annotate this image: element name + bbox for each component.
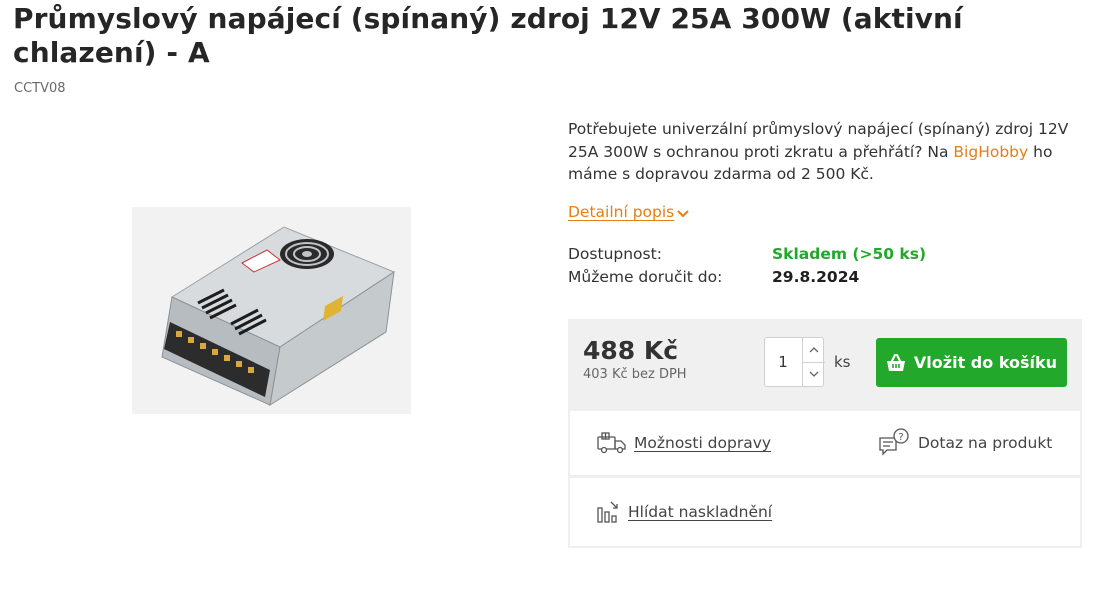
buy-panel: 488 Kč 403 Kč bez DPH ks Vložit do košík… <box>568 319 1082 409</box>
shipping-options-link[interactable]: Možnosti dopravy <box>596 431 771 455</box>
stock-chart-icon <box>597 501 618 523</box>
delivery-label: Můžeme doručit do: <box>568 268 723 286</box>
power-supply-illustration <box>132 207 411 414</box>
availability-value: Skladem (>50 ks) <box>772 245 927 263</box>
quantity-unit: ks <box>834 353 851 371</box>
detail-link-label: Detailní popis <box>568 203 675 221</box>
availability-label: Dostupnost: <box>568 245 662 263</box>
detail-description-link[interactable]: Detailní popis <box>568 203 689 222</box>
product-image[interactable] <box>132 207 411 414</box>
quantity-stepper <box>764 337 825 387</box>
chevron-up-icon <box>809 347 819 353</box>
price-without-vat: 403 Kč bez DPH <box>583 367 687 382</box>
add-to-cart-label: Vložit do košíku <box>913 353 1058 372</box>
product-code: CCTV08 <box>14 81 66 96</box>
shipping-options-label: Možnosti dopravy <box>634 434 772 452</box>
product-description: Potřebujete univerzální průmyslový napáj… <box>568 118 1088 186</box>
quantity-increase-button[interactable] <box>802 338 825 363</box>
stock-watch-box: Hlídat naskladnění <box>568 476 1082 548</box>
product-actions: Možnosti dopravy ? Dotaz na produkt <box>568 409 1082 477</box>
quantity-decrease-button[interactable] <box>802 362 825 386</box>
watch-stock-link[interactable]: Hlídat naskladnění <box>596 500 772 524</box>
price: 488 Kč <box>583 336 679 365</box>
add-to-cart-button[interactable]: Vložit do košíku <box>876 338 1067 387</box>
product-question-label: Dotaz na produkt <box>918 434 1053 452</box>
product-question-link[interactable]: ? Dotaz na produkt <box>878 428 1052 458</box>
basket-icon <box>886 353 905 371</box>
quantity-input[interactable] <box>765 338 801 386</box>
brand-link[interactable]: BigHobby <box>953 143 1028 161</box>
chevron-down-icon <box>809 371 819 377</box>
svg-text:?: ? <box>898 432 903 443</box>
chevron-down-icon <box>677 204 689 222</box>
delivery-truck-icon <box>597 432 626 454</box>
product-title: Průmyslový napájecí (spínaný) zdroj 12V … <box>13 2 963 69</box>
watch-stock-label: Hlídat naskladnění <box>628 503 773 521</box>
question-chat-icon: ? <box>879 428 909 456</box>
delivery-date: 29.8.2024 <box>772 268 860 286</box>
